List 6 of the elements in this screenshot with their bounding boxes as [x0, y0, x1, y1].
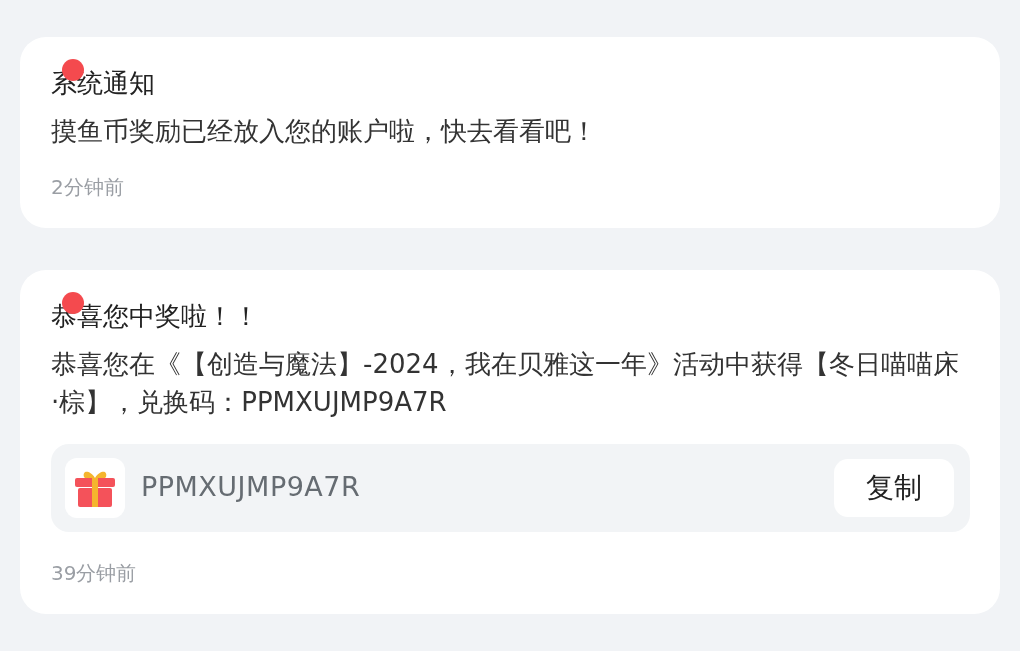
notification-time: 2分钟前 [51, 174, 125, 202]
notification-message: 摸鱼币奖励已经放入您的账户啦，快去看看吧！ [51, 114, 598, 148]
redeem-code: PPMXUJMP9A7R [141, 470, 362, 505]
copy-button[interactable]: 复制 [834, 458, 954, 517]
notification-time: 39分钟前 [51, 559, 138, 587]
notification-message: 恭喜您在《【创造与魔法】-2024，我在贝雅这一年》活动中获得【冬日喵喵床·棕】，兑换码：PPMXUJMP9A7R [51, 348, 960, 419]
